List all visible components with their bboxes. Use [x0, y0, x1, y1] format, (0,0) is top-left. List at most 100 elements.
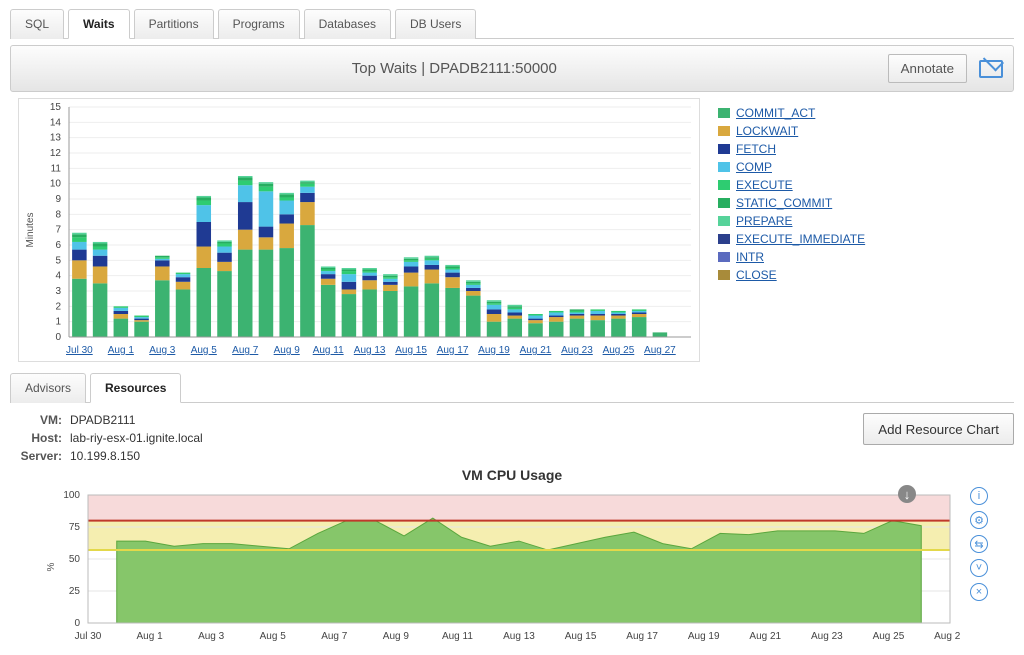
svg-text:Aug 17: Aug 17: [626, 631, 658, 642]
tab-programs[interactable]: Programs: [218, 9, 300, 39]
svg-text:11: 11: [51, 163, 62, 174]
svg-text:5: 5: [55, 255, 61, 266]
chart-title: Top Waits | DPADB2111:50000: [21, 60, 888, 77]
svg-text:Aug 7: Aug 7: [321, 631, 348, 642]
svg-text:Aug 25: Aug 25: [873, 631, 905, 642]
legend-label: FETCH: [736, 142, 776, 156]
svg-text:Aug 1: Aug 1: [108, 345, 135, 356]
legend-swatch: [718, 162, 730, 172]
svg-text:Aug 23: Aug 23: [561, 345, 593, 356]
svg-text:Aug 7: Aug 7: [232, 345, 259, 356]
svg-text:Aug 13: Aug 13: [354, 345, 386, 356]
legend-swatch: [718, 126, 730, 136]
waits-chart[interactable]: 0123456789101112131415MinutesJul 30Aug 1…: [18, 98, 700, 362]
legend-item-commit_act[interactable]: COMMIT_ACT: [718, 106, 865, 120]
svg-text:10: 10: [50, 179, 62, 190]
svg-text:Aug 27: Aug 27: [644, 345, 676, 356]
chevron-down-icon[interactable]: ˅: [970, 559, 988, 577]
svg-text:Aug 3: Aug 3: [149, 345, 176, 356]
lower-chart-side-icons: i ⚙ ⇆ ˅ ×: [970, 487, 988, 601]
meta-val-host: lab-riy-esx-01.ignite.local: [70, 431, 203, 445]
lower-chart-title: VM CPU Usage: [10, 467, 1014, 483]
info-icon[interactable]: i: [970, 487, 988, 505]
sub-tabs: AdvisorsResources: [10, 372, 1014, 403]
svg-text:1: 1: [55, 317, 61, 328]
resources-panel: VM:DPADB2111 Host:lab-riy-esx-01.ignite.…: [10, 413, 1014, 467]
legend-swatch: [718, 270, 730, 280]
close-icon[interactable]: ×: [970, 583, 988, 601]
legend-label: COMP: [736, 160, 772, 174]
svg-text:8: 8: [55, 209, 61, 220]
legend-label: COMMIT_ACT: [736, 106, 815, 120]
svg-text:6: 6: [55, 240, 61, 251]
svg-text:Aug 25: Aug 25: [603, 345, 635, 356]
legend-swatch: [718, 180, 730, 190]
svg-text:Jul 30: Jul 30: [66, 345, 93, 356]
subtab-advisors[interactable]: Advisors: [10, 373, 86, 403]
legend-swatch: [718, 108, 730, 118]
gear-icon[interactable]: ⚙: [970, 511, 988, 529]
marker-icon[interactable]: ↓: [898, 485, 916, 503]
mail-icon[interactable]: [979, 60, 1003, 78]
legend-item-intr[interactable]: INTR: [718, 250, 865, 264]
svg-text:14: 14: [50, 117, 62, 128]
legend-item-static_commit[interactable]: STATIC_COMMIT: [718, 196, 865, 210]
svg-text:Aug 5: Aug 5: [260, 631, 287, 642]
tab-db-users[interactable]: DB Users: [395, 9, 476, 39]
tab-sql[interactable]: SQL: [10, 9, 64, 39]
svg-text:100: 100: [63, 490, 80, 501]
svg-text:12: 12: [50, 148, 62, 159]
meta-val-server: 10.199.8.150: [70, 449, 140, 463]
svg-text:Aug 19: Aug 19: [688, 631, 720, 642]
svg-text:Aug 15: Aug 15: [565, 631, 597, 642]
legend-item-close[interactable]: CLOSE: [718, 268, 865, 282]
svg-text:2: 2: [55, 301, 61, 312]
legend-swatch: [718, 252, 730, 262]
svg-text:50: 50: [69, 554, 81, 565]
svg-text:75: 75: [69, 522, 81, 533]
legend-item-execute_immediate[interactable]: EXECUTE_IMMEDIATE: [718, 232, 865, 246]
tab-waits[interactable]: Waits: [68, 9, 130, 39]
tab-databases[interactable]: Databases: [304, 9, 391, 39]
svg-text:Aug 23: Aug 23: [811, 631, 843, 642]
legend-swatch: [718, 144, 730, 154]
tab-partitions[interactable]: Partitions: [134, 9, 214, 39]
chart-header: Top Waits | DPADB2111:50000 Annotate: [10, 45, 1014, 92]
legend-item-execute[interactable]: EXECUTE: [718, 178, 865, 192]
legend-item-prepare[interactable]: PREPARE: [718, 214, 865, 228]
svg-text:7: 7: [55, 225, 61, 236]
swap-icon[interactable]: ⇆: [970, 535, 988, 553]
legend-swatch: [718, 216, 730, 226]
svg-text:Aug 3: Aug 3: [198, 631, 225, 642]
svg-text:Aug 11: Aug 11: [442, 631, 473, 642]
legend-label: INTR: [736, 250, 764, 264]
lower-chart[interactable]: 0255075100%Jul 30Aug 1Aug 3Aug 5Aug 7Aug…: [40, 487, 960, 647]
legend-label: STATIC_COMMIT: [736, 196, 832, 210]
legend-label: EXECUTE: [736, 178, 793, 192]
legend-swatch: [718, 234, 730, 244]
legend-item-fetch[interactable]: FETCH: [718, 142, 865, 156]
svg-text:Aug 15: Aug 15: [395, 345, 427, 356]
svg-text:Aug 9: Aug 9: [274, 345, 301, 356]
svg-text:Aug 11: Aug 11: [313, 345, 344, 356]
waits-legend: COMMIT_ACT LOCKWAIT FETCH COMP EXECUTE STATIC…: [718, 98, 865, 362]
legend-item-lockwait[interactable]: LOCKWAIT: [718, 124, 865, 138]
svg-text:Aug 9: Aug 9: [383, 631, 410, 642]
svg-text:9: 9: [55, 194, 61, 205]
svg-text:25: 25: [69, 586, 81, 597]
svg-text:Jul 30: Jul 30: [75, 631, 102, 642]
legend-label: CLOSE: [736, 268, 777, 282]
svg-text:15: 15: [50, 102, 62, 113]
top-tabs: SQLWaitsPartitionsProgramsDatabasesDB Us…: [10, 8, 1014, 39]
meta-key-vm: VM:: [10, 413, 62, 427]
legend-item-comp[interactable]: COMP: [718, 160, 865, 174]
svg-text:0: 0: [55, 332, 61, 343]
svg-text:Aug 5: Aug 5: [191, 345, 218, 356]
meta-key-host: Host:: [10, 431, 62, 445]
legend-label: EXECUTE_IMMEDIATE: [736, 232, 865, 246]
add-resource-chart-button[interactable]: Add Resource Chart: [863, 413, 1014, 445]
svg-text:Aug 1: Aug 1: [137, 631, 164, 642]
subtab-resources[interactable]: Resources: [90, 373, 181, 403]
legend-swatch: [718, 198, 730, 208]
annotate-button[interactable]: Annotate: [888, 54, 967, 83]
